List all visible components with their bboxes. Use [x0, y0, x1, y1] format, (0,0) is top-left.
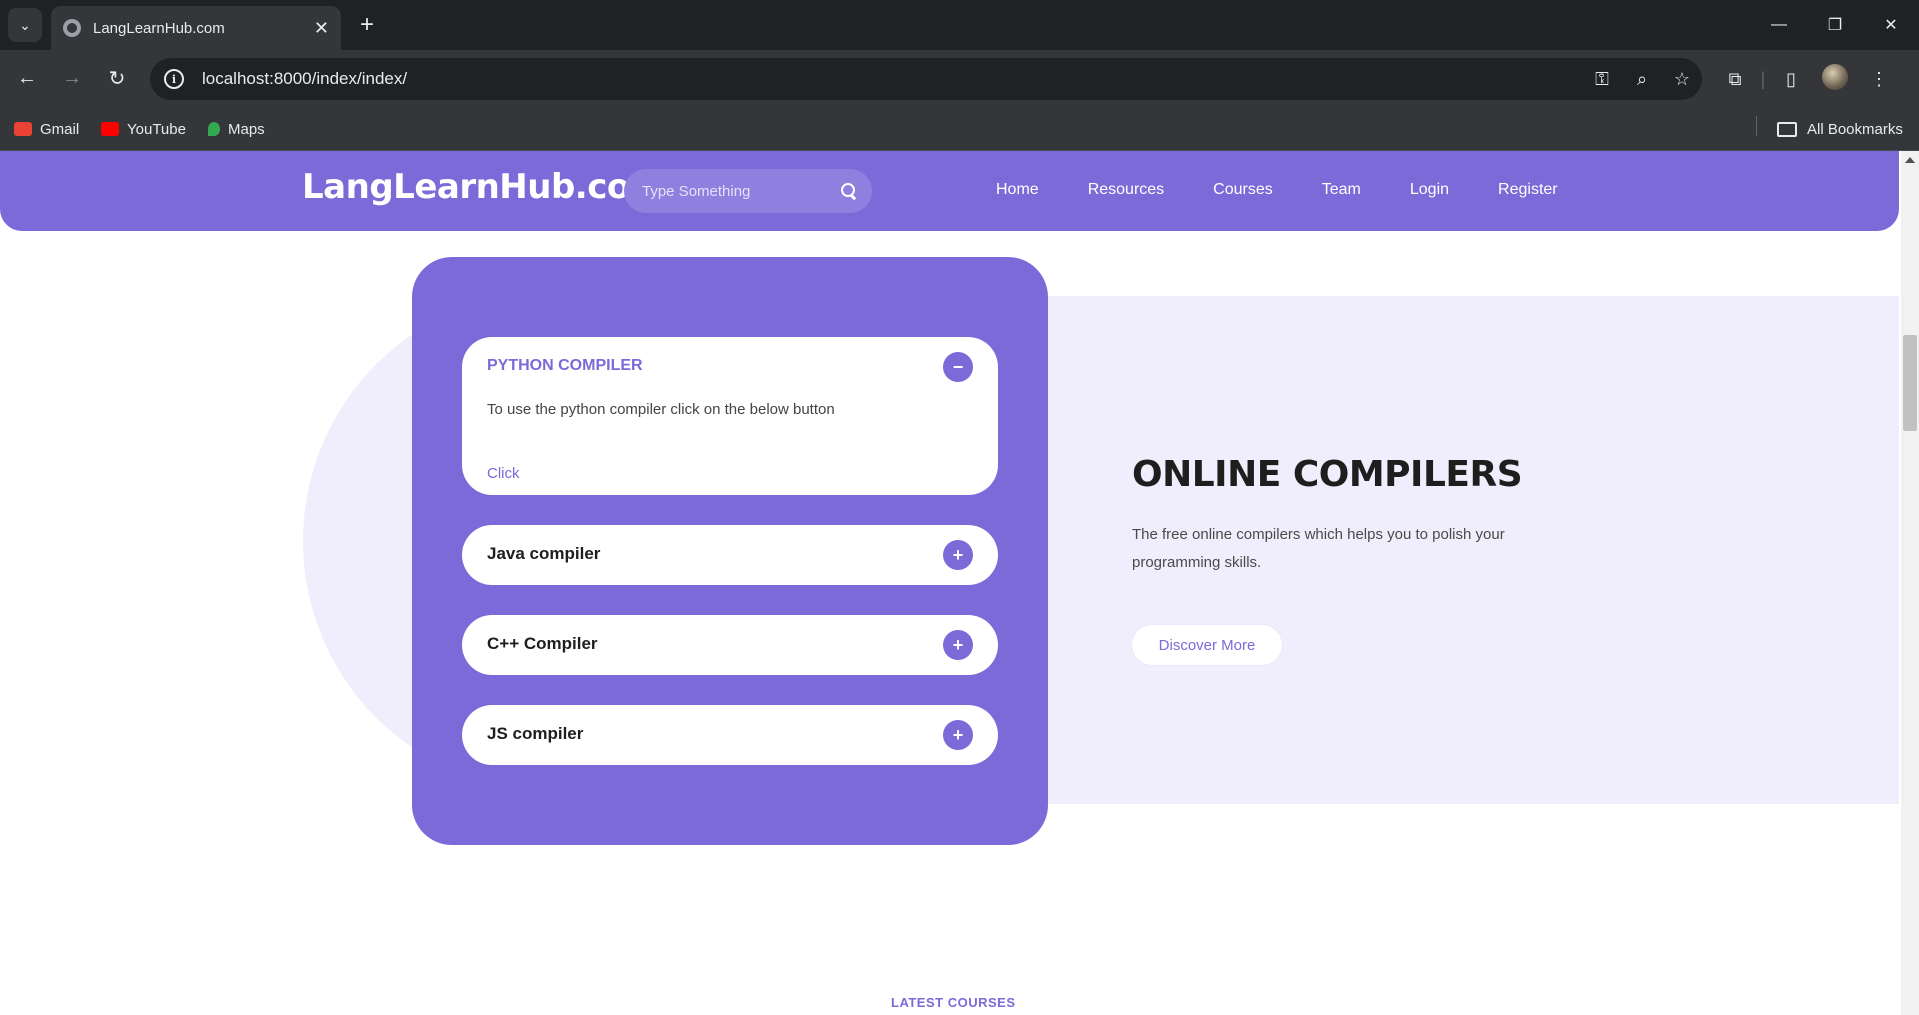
site-header: LangLearnHub.com Home Resources Courses … [0, 151, 1899, 231]
bookmark-gmail[interactable]: Gmail [14, 116, 79, 142]
section-heading: ONLINE COMPILERS [1132, 454, 1523, 495]
new-tab-plus-icon[interactable]: + [352, 10, 382, 40]
back-arrow-icon[interactable]: ← [12, 63, 42, 93]
minimize-icon[interactable]: — [1751, 0, 1807, 50]
bookmark-star-icon[interactable]: ☆ [1662, 69, 1702, 90]
password-key-icon[interactable]: ⚿ [1582, 69, 1622, 90]
scroll-up-arrow-icon[interactable] [1905, 157, 1915, 163]
collapse-minus-icon[interactable]: − [943, 352, 973, 382]
bookmark-youtube[interactable]: YouTube [101, 116, 186, 142]
section-description: The free online compilers which helps yo… [1132, 526, 1505, 571]
toolbar-right-icons: ⧉ | ▯ ⋮ [1713, 60, 1901, 98]
expand-plus-icon[interactable]: + [943, 630, 973, 660]
bookmarks-divider [1756, 116, 1757, 136]
nav-home[interactable]: Home [996, 181, 1039, 199]
globe-icon [63, 19, 81, 37]
scrollbar-thumb[interactable] [1903, 335, 1917, 431]
gmail-icon [14, 122, 32, 136]
tab-search-chevron-icon[interactable]: ⌄ [8, 8, 42, 42]
all-bookmarks[interactable]: All Bookmarks [1777, 116, 1903, 142]
bookmark-label: YouTube [127, 120, 186, 138]
tab-title: LangLearnHub.com [93, 19, 225, 37]
main-nav: Home Resources Courses Team Login Regist… [996, 181, 1607, 199]
zoom-icon[interactable]: ⌕ [1622, 69, 1662, 90]
search-icon[interactable] [841, 183, 855, 199]
python-compiler-link[interactable]: Click [487, 465, 520, 482]
window-controls: — ❐ ✕ [1751, 0, 1919, 50]
url-text[interactable]: localhost:8000/index/index/ [202, 69, 1582, 89]
bookmark-label: Gmail [40, 120, 80, 138]
accordion-title[interactable]: Java compiler [487, 544, 600, 564]
nav-login[interactable]: Login [1410, 181, 1449, 199]
accordion-body: To use the python compiler click on the … [487, 401, 835, 418]
bookmark-label: Maps [228, 120, 265, 138]
expand-plus-icon[interactable]: + [943, 540, 973, 570]
nav-resources[interactable]: Resources [1088, 181, 1164, 199]
folder-icon [1777, 121, 1797, 137]
accordion-title[interactable]: C++ Compiler [487, 634, 598, 654]
bookmarks-bar [0, 108, 1919, 151]
page-viewport: LangLearnHub.com Home Resources Courses … [0, 151, 1919, 1015]
extensions-icon[interactable]: ⧉ [1713, 69, 1757, 90]
accordion-item-java[interactable]: Java compiler + [462, 525, 998, 585]
accordion-title[interactable]: PYTHON COMPILER [487, 357, 643, 375]
page-scrollbar[interactable] [1901, 151, 1919, 1015]
restore-icon[interactable]: ❐ [1807, 0, 1863, 50]
tab-bar: ⌄ LangLearnHub.com ✕ + — ❐ ✕ [0, 0, 1919, 50]
accordion-item-cpp[interactable]: C++ Compiler + [462, 615, 998, 675]
browser-chrome: ⌄ LangLearnHub.com ✕ + — ❐ ✕ ← → ↻ i loc… [0, 0, 1919, 151]
accordion-title[interactable]: JS compiler [487, 724, 583, 744]
expand-plus-icon[interactable]: + [943, 720, 973, 750]
nav-register[interactable]: Register [1498, 181, 1558, 199]
nav-courses[interactable]: Courses [1213, 181, 1273, 199]
bookmark-maps[interactable]: Maps [208, 116, 265, 142]
site-info-icon[interactable]: i [164, 69, 184, 89]
accordion-item-python: PYTHON COMPILER − To use the python comp… [462, 337, 998, 495]
accordion-item-js[interactable]: JS compiler + [462, 705, 998, 765]
window-close-icon[interactable]: ✕ [1863, 0, 1919, 50]
address-bar[interactable]: i localhost:8000/index/index/ ⚿ ⌕ ☆ [150, 58, 1702, 100]
search-input[interactable] [642, 182, 841, 200]
browser-tab[interactable]: LangLearnHub.com ✕ [51, 6, 341, 50]
nav-team[interactable]: Team [1322, 181, 1361, 199]
profile-avatar[interactable] [1813, 63, 1857, 95]
search-box [624, 169, 872, 213]
menu-kebab-icon[interactable]: ⋮ [1857, 69, 1901, 90]
forward-arrow-icon[interactable]: → [57, 63, 87, 93]
youtube-icon [101, 122, 119, 136]
compiler-accordion: PYTHON COMPILER − To use the python comp… [412, 257, 1048, 845]
close-tab-icon[interactable]: ✕ [314, 18, 329, 39]
toolbar-divider: | [1760, 68, 1766, 89]
discover-more-button[interactable]: Discover More [1132, 625, 1282, 665]
reload-icon[interactable]: ↻ [102, 63, 132, 93]
latest-courses-label: LATEST COURSES [891, 995, 1016, 1010]
maps-pin-icon [208, 122, 220, 136]
all-bookmarks-label: All Bookmarks [1807, 120, 1903, 138]
side-panel-icon[interactable]: ▯ [1769, 69, 1813, 90]
site-logo[interactable]: LangLearnHub.com [302, 167, 665, 207]
